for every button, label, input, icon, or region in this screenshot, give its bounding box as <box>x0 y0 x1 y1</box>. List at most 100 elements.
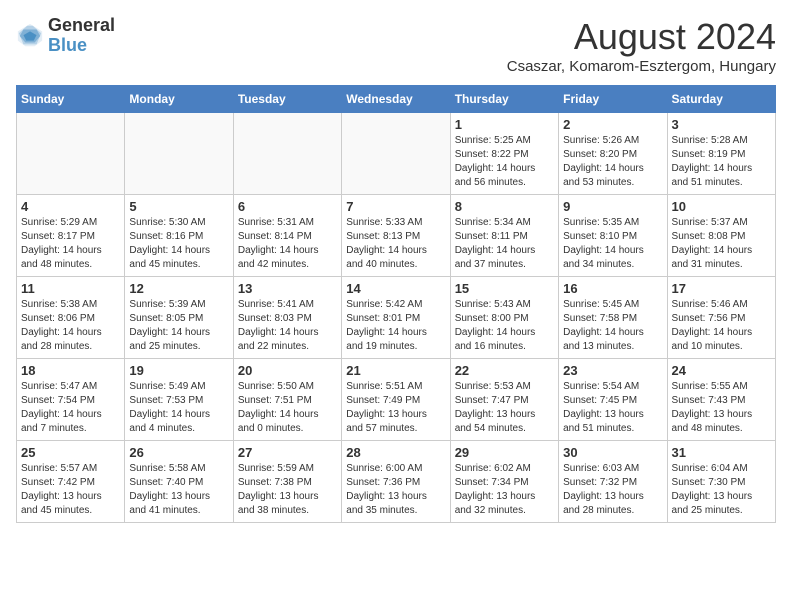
calendar-day-cell <box>17 113 125 195</box>
calendar-day-cell: 20 Sunrise: 5:50 AM Sunset: 7:51 PM Dayli… <box>233 359 341 441</box>
day-number: 3 <box>672 117 771 132</box>
day-number: 5 <box>129 199 228 214</box>
day-number: 22 <box>455 363 554 378</box>
day-info: Sunrise: 5:39 AM Sunset: 8:05 PM Dayligh… <box>129 298 228 354</box>
calendar-day-cell: 25 Sunrise: 5:57 AM Sunset: 7:42 PM Dayli… <box>17 441 125 523</box>
calendar-day-cell: 30Sunrise: 6:03 AM Sunset: 7:32 PM Dayli… <box>559 441 667 523</box>
calendar-day-cell: 28 Sunrise: 6:00 AM Sunset: 7:36 PM Dayli… <box>342 441 450 523</box>
calendar-day-cell: 15Sunrise: 5:43 AM Sunset: 8:00 PM Dayli… <box>450 277 558 359</box>
day-info: Sunrise: 5:54 AM Sunset: 7:45 PM Dayligh… <box>563 380 662 436</box>
day-number: 7 <box>346 199 445 214</box>
day-number: 25 <box>21 445 120 460</box>
calendar-day-cell: 27Sunrise: 5:59 AM Sunset: 7:38 PM Dayli… <box>233 441 341 523</box>
page-header: General Blue August 2024 Csaszar, Komaro… <box>16 16 776 75</box>
day-info: Sunrise: 5:53 AM Sunset: 7:47 PM Dayligh… <box>455 380 554 436</box>
day-number: 2 <box>563 117 662 132</box>
weekday-header: Monday <box>125 86 233 113</box>
day-number: 15 <box>455 281 554 296</box>
weekday-header: Thursday <box>450 86 558 113</box>
calendar-day-cell: 18 Sunrise: 5:47 AM Sunset: 7:54 PM Dayli… <box>17 359 125 441</box>
day-number: 29 <box>455 445 554 460</box>
calendar-day-cell: 14 Sunrise: 5:42 AM Sunset: 8:01 PM Dayli… <box>342 277 450 359</box>
calendar-day-cell: 29 Sunrise: 6:02 AM Sunset: 7:34 PM Dayli… <box>450 441 558 523</box>
day-info: Sunrise: 5:49 AM Sunset: 7:53 PM Dayligh… <box>129 380 228 436</box>
day-number: 14 <box>346 281 445 296</box>
day-info: Sunrise: 5:38 AM Sunset: 8:06 PM Dayligh… <box>21 298 120 354</box>
day-info: Sunrise: 5:57 AM Sunset: 7:42 PM Dayligh… <box>21 462 120 518</box>
calendar-day-cell <box>125 113 233 195</box>
day-info: Sunrise: 5:58 AM Sunset: 7:40 PM Dayligh… <box>129 462 228 518</box>
weekday-header: Friday <box>559 86 667 113</box>
logo-icon <box>16 22 44 50</box>
day-info: Sunrise: 5:26 AM Sunset: 8:20 PM Dayligh… <box>563 134 662 190</box>
calendar-day-cell: 24Sunrise: 5:55 AM Sunset: 7:43 PM Dayli… <box>667 359 775 441</box>
calendar-day-cell: 1 Sunrise: 5:25 AM Sunset: 8:22 PM Daylig… <box>450 113 558 195</box>
day-number: 13 <box>238 281 337 296</box>
calendar-week-row: 1 Sunrise: 5:25 AM Sunset: 8:22 PM Daylig… <box>17 113 776 195</box>
day-number: 4 <box>21 199 120 214</box>
calendar-day-cell: 11 Sunrise: 5:38 AM Sunset: 8:06 PM Dayli… <box>17 277 125 359</box>
calendar-week-row: 11 Sunrise: 5:38 AM Sunset: 8:06 PM Dayli… <box>17 277 776 359</box>
calendar-day-cell: 22 Sunrise: 5:53 AM Sunset: 7:47 PM Dayli… <box>450 359 558 441</box>
day-info: Sunrise: 5:45 AM Sunset: 7:58 PM Dayligh… <box>563 298 662 354</box>
day-info: Sunrise: 5:42 AM Sunset: 8:01 PM Dayligh… <box>346 298 445 354</box>
logo-line2: Blue <box>48 36 115 56</box>
calendar-day-cell: 31 Sunrise: 6:04 AM Sunset: 7:30 PM Dayli… <box>667 441 775 523</box>
day-number: 21 <box>346 363 445 378</box>
day-number: 31 <box>672 445 771 460</box>
day-number: 17 <box>672 281 771 296</box>
main-title: August 2024 <box>507 16 776 58</box>
day-number: 28 <box>346 445 445 460</box>
day-number: 12 <box>129 281 228 296</box>
calendar-day-cell: 17 Sunrise: 5:46 AM Sunset: 7:56 PM Dayli… <box>667 277 775 359</box>
day-info: Sunrise: 5:47 AM Sunset: 7:54 PM Dayligh… <box>21 380 120 436</box>
title-block: August 2024 Csaszar, Komarom-Esztergom, … <box>507 16 776 75</box>
logo: General Blue <box>16 16 115 56</box>
calendar-day-cell: 5 Sunrise: 5:30 AM Sunset: 8:16 PM Daylig… <box>125 195 233 277</box>
day-info: Sunrise: 5:30 AM Sunset: 8:16 PM Dayligh… <box>129 216 228 272</box>
day-number: 11 <box>21 281 120 296</box>
day-info: Sunrise: 5:50 AM Sunset: 7:51 PM Dayligh… <box>238 380 337 436</box>
calendar-day-cell: 10 Sunrise: 5:37 AM Sunset: 8:08 PM Dayli… <box>667 195 775 277</box>
day-info: Sunrise: 5:35 AM Sunset: 8:10 PM Dayligh… <box>563 216 662 272</box>
day-number: 6 <box>238 199 337 214</box>
calendar-table: SundayMondayTuesdayWednesdayThursdayFrid… <box>16 85 776 523</box>
day-number: 9 <box>563 199 662 214</box>
day-number: 8 <box>455 199 554 214</box>
day-number: 20 <box>238 363 337 378</box>
day-info: Sunrise: 5:59 AM Sunset: 7:38 PM Dayligh… <box>238 462 337 518</box>
day-info: Sunrise: 5:46 AM Sunset: 7:56 PM Dayligh… <box>672 298 771 354</box>
weekday-header: Saturday <box>667 86 775 113</box>
subtitle: Csaszar, Komarom-Esztergom, Hungary <box>507 58 776 75</box>
day-info: Sunrise: 5:41 AM Sunset: 8:03 PM Dayligh… <box>238 298 337 354</box>
calendar-day-cell: 13 Sunrise: 5:41 AM Sunset: 8:03 PM Dayli… <box>233 277 341 359</box>
day-number: 19 <box>129 363 228 378</box>
calendar-day-cell: 3 Sunrise: 5:28 AM Sunset: 8:19 PM Daylig… <box>667 113 775 195</box>
day-number: 18 <box>21 363 120 378</box>
logo-line1: General <box>48 16 115 36</box>
day-number: 26 <box>129 445 228 460</box>
weekday-header: Tuesday <box>233 86 341 113</box>
day-number: 16 <box>563 281 662 296</box>
calendar-week-row: 25 Sunrise: 5:57 AM Sunset: 7:42 PM Dayli… <box>17 441 776 523</box>
day-info: Sunrise: 5:31 AM Sunset: 8:14 PM Dayligh… <box>238 216 337 272</box>
day-info: Sunrise: 5:28 AM Sunset: 8:19 PM Dayligh… <box>672 134 771 190</box>
day-info: Sunrise: 6:02 AM Sunset: 7:34 PM Dayligh… <box>455 462 554 518</box>
day-number: 10 <box>672 199 771 214</box>
calendar-day-cell: 21 Sunrise: 5:51 AM Sunset: 7:49 PM Dayli… <box>342 359 450 441</box>
calendar-week-row: 4Sunrise: 5:29 AM Sunset: 8:17 PM Daylig… <box>17 195 776 277</box>
day-info: Sunrise: 6:00 AM Sunset: 7:36 PM Dayligh… <box>346 462 445 518</box>
weekday-header: Sunday <box>17 86 125 113</box>
calendar-day-cell: 12 Sunrise: 5:39 AM Sunset: 8:05 PM Dayli… <box>125 277 233 359</box>
day-info: Sunrise: 5:51 AM Sunset: 7:49 PM Dayligh… <box>346 380 445 436</box>
day-info: Sunrise: 5:37 AM Sunset: 8:08 PM Dayligh… <box>672 216 771 272</box>
calendar-day-cell: 8 Sunrise: 5:34 AM Sunset: 8:11 PM Daylig… <box>450 195 558 277</box>
day-info: Sunrise: 5:25 AM Sunset: 8:22 PM Dayligh… <box>455 134 554 190</box>
calendar-day-cell: 26 Sunrise: 5:58 AM Sunset: 7:40 PM Dayli… <box>125 441 233 523</box>
day-number: 23 <box>563 363 662 378</box>
calendar-day-cell <box>342 113 450 195</box>
calendar-day-cell: 9 Sunrise: 5:35 AM Sunset: 8:10 PM Daylig… <box>559 195 667 277</box>
day-info: Sunrise: 6:04 AM Sunset: 7:30 PM Dayligh… <box>672 462 771 518</box>
day-number: 1 <box>455 117 554 132</box>
day-info: Sunrise: 5:34 AM Sunset: 8:11 PM Dayligh… <box>455 216 554 272</box>
